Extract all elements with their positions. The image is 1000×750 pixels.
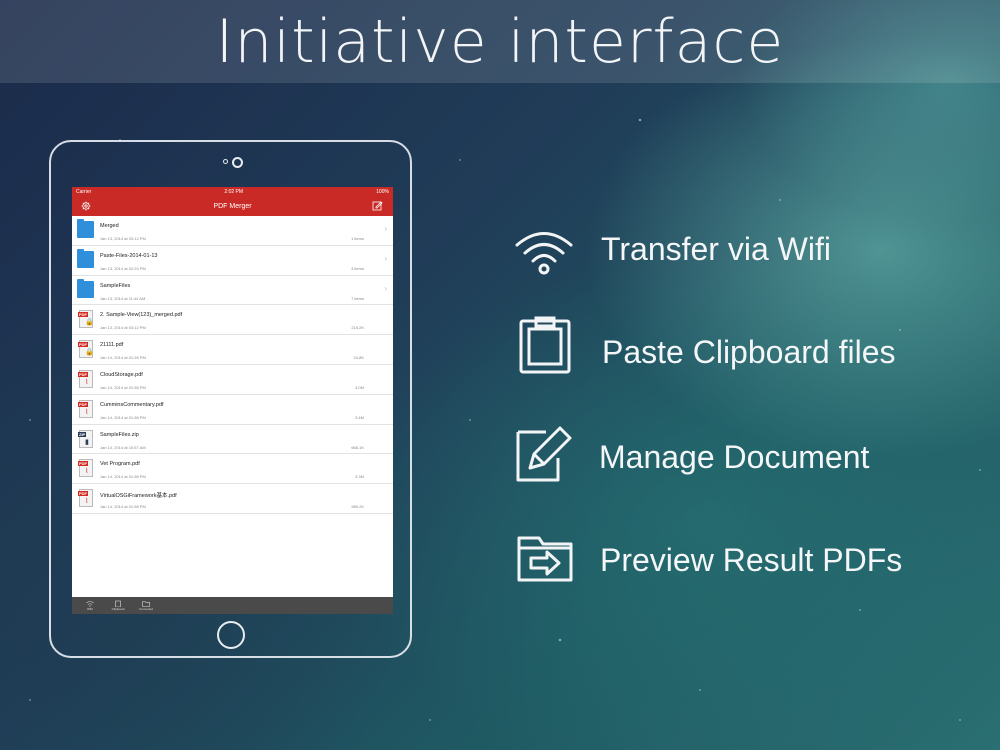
file-info: 3.3M [355, 474, 364, 480]
tab-label: Clipboard [111, 607, 125, 611]
file-date: Jan 14, 2014 at 01:28 PM [100, 355, 146, 361]
zip-file-icon: ZIP ▮ [78, 429, 93, 448]
file-date: Jan 14, 2014 at 01:58 PM [100, 414, 146, 420]
file-name: 21111.pdf [100, 342, 124, 349]
file-row[interactable]: PDF 🔒 2. Sample-View(123)_merged.pdf Jan 13… [72, 305, 393, 336]
wifi-icon [86, 601, 94, 607]
ipad-frame: Carrier 2:02 PM 100% PDF Merger Merged Ja… [49, 140, 412, 658]
file-name: Vet Program.pdf [100, 461, 140, 468]
carrier-label: Carrier [76, 188, 92, 195]
file-info: 3.0M [355, 384, 364, 390]
wifi-icon [515, 232, 573, 275]
compose-icon[interactable] [372, 200, 383, 211]
nav-title: PDF Merger [213, 202, 252, 210]
file-row[interactable]: PDF ⌇ CloudStorage.pdf Jan 14, 2014 at 01:5… [72, 365, 393, 395]
file-row[interactable]: PDF ⌇ CumminsCommentary.pdf Jan 14, 2014 at… [72, 395, 393, 425]
file-name: CloudStorage.pdf [100, 371, 143, 378]
file-info: 3.4M [355, 414, 364, 420]
file-info: 24.8K [353, 355, 364, 361]
file-name: SampleFiles [100, 282, 131, 289]
file-date: Jan 14, 2014 at 01:58 PM [100, 504, 146, 510]
file-name: 2. Sample-View(123)_merged.pdf [100, 312, 183, 319]
pdf-file-icon: PDF ⌇ [78, 399, 93, 418]
clipboard-icon [115, 600, 121, 607]
tab-label: WiFi [87, 607, 93, 611]
file-info: 989.2K [351, 504, 364, 510]
file-row[interactable]: PDF ⌇ VirtualOSGiFramework基本.pdf Jan 14, 20… [72, 484, 393, 514]
camera-lens [232, 157, 243, 168]
folder-icon [77, 278, 94, 298]
file-info: 3 items [351, 265, 364, 271]
pdf-file-icon: PDF ⌇ [78, 369, 93, 388]
file-info: 218.2K [351, 325, 364, 331]
device-screen: Carrier 2:02 PM 100% PDF Merger Merged Ja… [72, 187, 393, 614]
file-info: 1 items [351, 236, 364, 241]
file-name: CumminsCommentary.pdf [100, 401, 164, 408]
file-date: Jan 13, 2014 at 11:44 AM [100, 295, 146, 301]
feature-label-wifi: Transfer via Wifi [601, 231, 831, 267]
folder-icon [142, 601, 150, 607]
file-row[interactable]: PDF ⌇ Vet Program.pdf Jan 14, 2014 at 01:58… [72, 454, 393, 485]
title-banner: Initiative interface [0, 0, 1000, 83]
tab-wifi[interactable]: WiFi [80, 597, 100, 614]
feature-label-preview: Preview Result PDFs [600, 542, 903, 578]
page-title: Initiative interface [215, 6, 785, 77]
folder-icon [77, 219, 94, 238]
tab-clipboard[interactable]: Clipboard [108, 597, 128, 614]
pdf-file-icon: PDF ⌇ [78, 489, 93, 508]
file-info: 7 items [351, 295, 364, 301]
file-row[interactable]: SampleFiles Jan 13, 2014 at 11:44 AM 7 ite… [72, 276, 393, 306]
file-row[interactable]: Merged Jan 13, 2014 at 03:12 PM 1 items › [72, 216, 393, 246]
file-row[interactable]: PDF 🔒 21111.pdf Jan 14, 2014 at 01:28 PM 24.… [72, 335, 393, 365]
file-name: Paste-Files-2014-01-13 [100, 252, 158, 259]
gear-icon[interactable] [81, 201, 91, 211]
file-date: Jan 14, 2014 at 10:57 AM [100, 444, 146, 450]
file-row[interactable]: Paste-Files-2014-01-13 Jan 13, 2014 at 02… [72, 246, 393, 276]
edit-document-icon [516, 426, 572, 482]
file-row[interactable]: ZIP ▮ SampleFiles.zip Jan 14, 2014 at 10:57… [72, 425, 393, 455]
chevron-right-icon: › [384, 283, 387, 293]
file-date: Jan 13, 2014 at 02:24 PM [100, 265, 146, 271]
battery-label: 100% [376, 188, 389, 195]
pdf-file-icon: PDF 🔒 [78, 340, 94, 359]
clipboard-icon [519, 316, 571, 374]
pdf-file-icon: PDF 🔒 [78, 310, 94, 329]
file-list: Merged Jan 13, 2014 at 03:12 PM 1 items › Pa… [72, 216, 393, 514]
status-time: 2:02 PM [224, 188, 244, 195]
feature-label-clipboard: Paste Clipboard files [602, 334, 896, 370]
file-info: 668.1K [351, 444, 364, 450]
file-name: VirtualOSGiFramework基本.pdf [100, 493, 177, 500]
home-button [217, 621, 245, 649]
folder-arrow-icon [517, 536, 573, 582]
feature-label-manage: Manage Document [599, 439, 870, 475]
file-name: Merged [100, 223, 119, 229]
chevron-right-icon: › [384, 224, 387, 233]
tab-label: Converted [139, 607, 153, 611]
file-date: Jan 14, 2014 at 01:58 PM [100, 384, 146, 390]
file-date: Jan 14, 2014 at 01:58 PM [100, 474, 146, 480]
tab-converted[interactable]: Converted [136, 597, 156, 614]
chevron-right-icon: › [384, 253, 387, 263]
nav-bar: PDF Merger [72, 196, 393, 216]
file-name: SampleFiles.zip [100, 431, 139, 438]
status-bar: Carrier 2:02 PM 100% [72, 187, 393, 196]
pdf-file-icon: PDF ⌇ [78, 459, 93, 478]
camera-dot [223, 159, 228, 164]
file-date: Jan 13, 2014 at 03:12 PM [100, 325, 146, 331]
file-date: Jan 13, 2014 at 03:12 PM [100, 236, 146, 241]
folder-icon [77, 248, 94, 268]
tab-bar: WiFi Clipboard Converted [72, 597, 393, 614]
